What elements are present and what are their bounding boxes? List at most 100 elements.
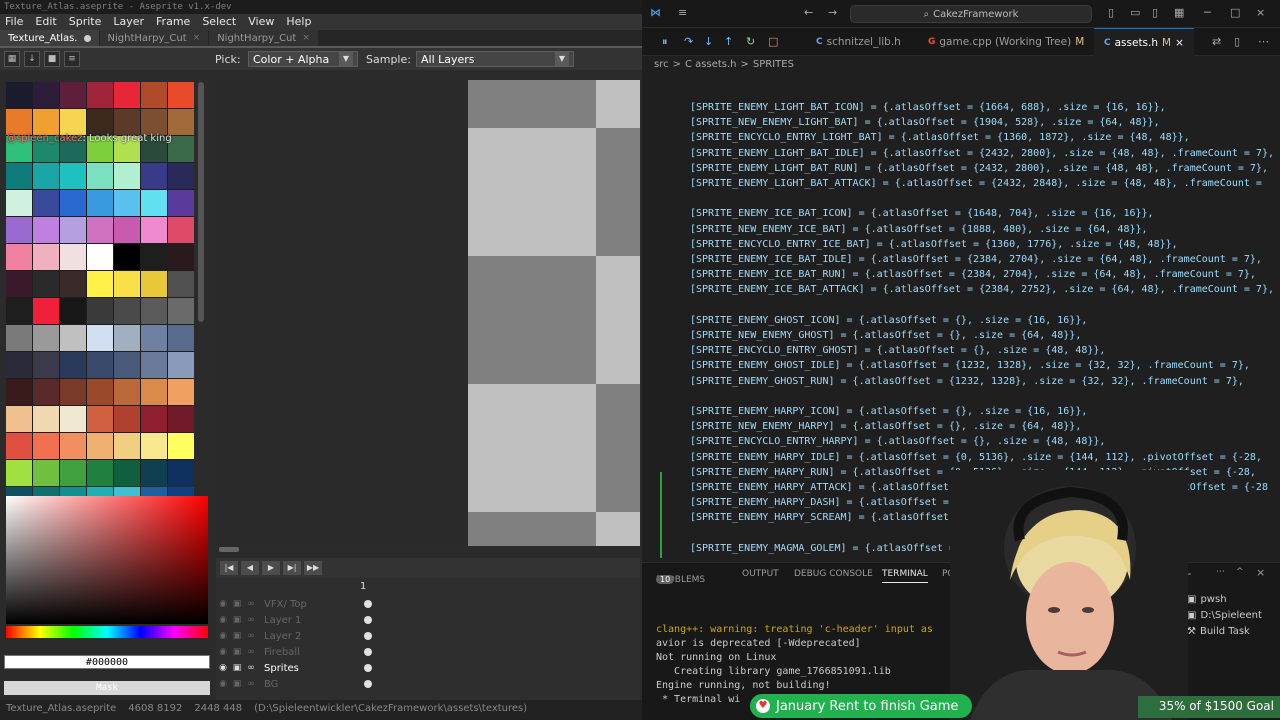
tab-schnitzel-lib[interactable]: C schnitzel_lib.h (806, 28, 911, 56)
next-frame-icon[interactable]: ▶| (283, 561, 301, 575)
palette-swatch[interactable] (60, 325, 86, 351)
palette-swatch[interactable] (6, 82, 32, 108)
forward-arrow-icon[interactable]: → (828, 6, 837, 19)
palette-swatch[interactable] (168, 460, 194, 486)
close-icon[interactable]: × (302, 33, 310, 43)
palette-swatch[interactable] (33, 109, 59, 135)
palette-swatch[interactable] (168, 406, 194, 432)
palette-swatch[interactable] (87, 352, 113, 378)
tab-nightharpy-cut-1[interactable]: NightHarpy_Cut × (99, 30, 209, 46)
palette-swatch[interactable] (6, 190, 32, 216)
eye-icon[interactable]: ◉ (216, 647, 230, 657)
palette-swatch[interactable] (114, 379, 140, 405)
palette-swatch[interactable] (114, 325, 140, 351)
canvas-horizontal-scrollbar[interactable] (219, 547, 239, 552)
eye-icon[interactable]: ◉ (216, 679, 230, 689)
layer-row[interactable]: ◉ ▣ ∞ VFX/ Top (216, 596, 640, 612)
play-icon[interactable]: ▶ (262, 561, 280, 575)
eye-icon[interactable]: ◉ (216, 615, 230, 625)
palette-swatch[interactable] (6, 163, 32, 189)
palette-swatch[interactable] (60, 82, 86, 108)
sprite-canvas[interactable] (216, 80, 640, 546)
palette-swatch[interactable] (6, 379, 32, 405)
eye-icon[interactable]: ◉ (216, 663, 230, 673)
cel-dot-icon[interactable] (364, 616, 372, 624)
palette-swatch[interactable] (114, 163, 140, 189)
layout-panel-icon[interactable]: ▭ (1130, 6, 1140, 19)
palette-swatch[interactable] (87, 82, 113, 108)
palette-swatch[interactable] (87, 190, 113, 216)
palette-swatch[interactable] (60, 406, 86, 432)
palette-swatch[interactable] (33, 190, 59, 216)
palette-swatch[interactable] (60, 244, 86, 270)
panel-tab-output[interactable]: OUTPUT (742, 569, 779, 579)
layer-row[interactable]: ◉ ▣ ∞ Fireball (216, 644, 640, 660)
palette-swatch[interactable] (168, 190, 194, 216)
menu-sprite[interactable]: Sprite (64, 14, 109, 30)
palette-swatch[interactable] (141, 406, 167, 432)
debug-step-into-icon[interactable]: ↓ (704, 35, 713, 48)
layer-row[interactable]: ◉ ▣ ∞ Sprites (216, 660, 640, 676)
open-changes-icon[interactable]: ⇄ (1212, 35, 1221, 48)
menu-select[interactable]: Select (197, 14, 243, 30)
cel-dot-icon[interactable] (364, 600, 372, 608)
link-icon[interactable]: ∞ (244, 599, 258, 609)
palette-swatch[interactable] (168, 217, 194, 243)
link-icon[interactable]: ∞ (244, 631, 258, 641)
palette-swatch[interactable] (141, 82, 167, 108)
menu-help[interactable]: Help (281, 14, 318, 30)
palette-swatch[interactable] (87, 163, 113, 189)
first-frame-icon[interactable]: |◀ (220, 561, 238, 575)
more-actions-icon[interactable]: ⋯ (1258, 35, 1269, 48)
lock-icon[interactable]: ▦ (4, 51, 20, 67)
palette-swatch[interactable] (60, 217, 86, 243)
palette-swatch[interactable] (141, 217, 167, 243)
hue-slider[interactable] (6, 626, 208, 638)
eye-icon[interactable]: ◉ (216, 599, 230, 609)
palette-swatch[interactable] (168, 109, 194, 135)
palette-swatch[interactable] (168, 379, 194, 405)
palette-swatch[interactable] (168, 352, 194, 378)
palette-swatch[interactable] (114, 433, 140, 459)
debug-step-out-icon[interactable]: ↑ (724, 35, 733, 48)
layer-row[interactable]: ◉ ▣ ∞ Layer 2 (216, 628, 640, 644)
menu-frame[interactable]: Frame (151, 14, 197, 30)
cel-dot-icon[interactable] (364, 632, 372, 640)
palette-swatch[interactable] (114, 244, 140, 270)
split-editor-icon[interactable]: ▯ (1234, 35, 1240, 48)
palette-swatch[interactable] (6, 271, 32, 297)
palette-swatch[interactable] (60, 271, 86, 297)
palette-swatch[interactable] (33, 433, 59, 459)
palette-swatch[interactable] (33, 460, 59, 486)
previous-frame-icon[interactable]: ◀ (241, 561, 259, 575)
close-icon[interactable]: × (1175, 37, 1184, 49)
color-spectrum-picker[interactable] (6, 496, 208, 624)
menu-layer[interactable]: Layer (108, 14, 151, 30)
palette-swatch[interactable] (141, 190, 167, 216)
palette-swatch[interactable] (6, 352, 32, 378)
palette-swatch[interactable] (87, 379, 113, 405)
terminal-item-pwsh[interactable]: ▣ pwsh (1187, 591, 1262, 607)
palette-swatch[interactable] (6, 325, 32, 351)
palette-swatch[interactable] (60, 298, 86, 324)
palette-swatch[interactable] (114, 109, 140, 135)
menu-icon[interactable]: ≡ (678, 6, 687, 19)
palette-swatch[interactable] (168, 244, 194, 270)
palette-swatch[interactable] (168, 271, 194, 297)
palette-swatch[interactable] (60, 163, 86, 189)
cel-dot-icon[interactable] (364, 648, 372, 656)
palette-swatch[interactable] (6, 109, 32, 135)
more-actions-icon[interactable]: ⋯ (1216, 567, 1225, 577)
customize-layout-icon[interactable]: ▦ (1174, 6, 1184, 19)
maximize-panel-icon[interactable]: ^ (1236, 567, 1244, 577)
cel-dot-icon[interactable] (364, 664, 372, 672)
close-panel-icon[interactable]: × (1256, 566, 1265, 579)
lock-icon[interactable]: ▣ (230, 679, 244, 689)
palette-swatch[interactable] (141, 163, 167, 189)
terminal-item-path[interactable]: ▣ D:\Spieleent (1187, 607, 1262, 623)
hex-color-field[interactable]: #000000 (4, 655, 210, 669)
palette-swatch[interactable] (168, 433, 194, 459)
palette-swatch[interactable] (87, 298, 113, 324)
tab-game-cpp[interactable]: G game.cpp (Working Tree) M (918, 28, 1094, 56)
palette-swatch[interactable] (33, 163, 59, 189)
